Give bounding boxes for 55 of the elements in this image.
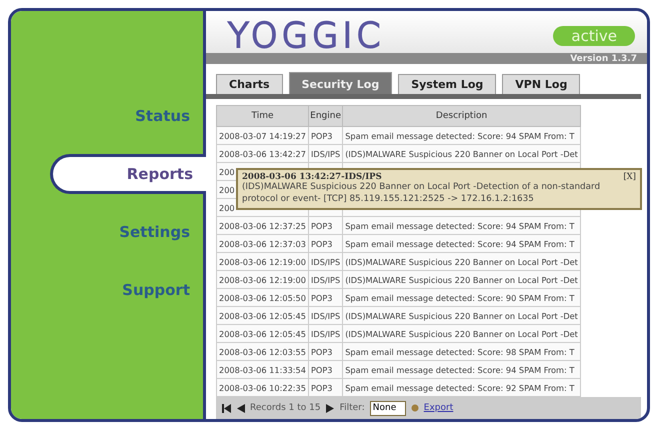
table-cell: 2008-03-06 12:19:00: [216, 252, 308, 270]
table-cell: (IDS)MALWARE Suspicious 220 Banner on Local Port -Det: [342, 144, 580, 162]
table-cell: Spam email message detected: Score: 94 SPAM From: T: [342, 126, 580, 144]
table-cell: (IDS)MALWARE Suspicious 220 Banner on Local Port -Det: [342, 324, 580, 342]
filter-label: Filter:: [340, 403, 365, 413]
table-cell: 2008-03-06 12:37:25: [216, 216, 308, 234]
logo: YOGGIC: [228, 19, 384, 53]
table-cell: 2008-03-06 12:37:03: [216, 234, 308, 252]
table-cell: (IDS)MALWARE Suspicious 220 Banner on Local Port -Det: [342, 252, 580, 270]
table-cell: 2008-03-07 14:19:27: [216, 126, 308, 144]
table-cell: 2008-03-06 13:42:27: [216, 144, 308, 162]
table-cell: POP3: [308, 288, 343, 306]
close-button[interactable]: [X]: [623, 172, 636, 182]
tab[interactable]: VPN Log: [502, 74, 580, 94]
table-cell: IDS/IPS: [308, 144, 343, 162]
table-cell: Spam email message detected: Score: 90 SPAM From: T: [342, 288, 580, 306]
table-cell: 2008-03-06 12:05:45: [216, 324, 308, 342]
table-cell: (IDS)MALWARE Suspicious 220 Banner on Local Port -Det: [342, 306, 580, 324]
column-header: Time: [216, 106, 308, 126]
table-cell: POP3: [308, 216, 343, 234]
table-cell: Spam email message detected: Score: 92 SPAM From: T: [342, 378, 580, 396]
table-cell: POP3: [308, 234, 343, 252]
table-cell: 2008-03-06 11:33:54: [216, 360, 308, 378]
table-cell: Spam email message detected: Score: 94 SPAM From: T: [342, 360, 580, 378]
table-cell: Spam email message detected: Score: 94 SPAM From: T: [342, 234, 580, 252]
table-cell: POP3: [308, 342, 343, 360]
table-cell: 2008-03-06 12:19:00: [216, 270, 308, 288]
table-cell: 2008-03-06 12:05:50: [216, 288, 308, 306]
column-header: Description: [342, 106, 580, 126]
table-cell: Spam email message detected: Score: 98 SPAM From: T: [342, 342, 580, 360]
table-cell: IDS/IPS: [308, 324, 343, 342]
records-label: Records 1 to 15: [250, 403, 321, 413]
column-header: Engine: [308, 106, 343, 126]
first-page-icon[interactable]: [222, 404, 231, 412]
table-cell: 2008-03-06 10:22:35: [216, 378, 308, 396]
table-cell: 2008-03-06 12:03:55: [216, 342, 308, 360]
table-cell: (IDS)MALWARE Suspicious 220 Banner on Local Port -Det: [342, 270, 580, 288]
table-cell: IDS/IPS: [308, 306, 343, 324]
tab[interactable]: System Log: [398, 74, 496, 94]
version-label: Version 1.3.7: [570, 54, 637, 64]
next-icon[interactable]: [326, 404, 335, 412]
table-cell: 2008-03-06 12:05:45: [216, 306, 308, 324]
table-cell: POP3: [308, 360, 343, 378]
tab[interactable]: Security Log: [288, 72, 392, 94]
tab[interactable]: Charts: [216, 74, 283, 94]
table-cell: IDS/IPS: [308, 270, 343, 288]
filter-field[interactable]: None: [370, 400, 406, 416]
nav-item[interactable]: Reports: [50, 154, 206, 194]
previous-icon[interactable]: [236, 404, 245, 412]
table-cell: POP3: [308, 378, 343, 396]
export-link[interactable]: Export: [424, 403, 454, 413]
table-cell: POP3: [308, 126, 343, 144]
table-cell: Spam email message detected: Score: 94 SPAM From: T: [342, 216, 580, 234]
status-badge: active: [553, 26, 635, 46]
table-cell: IDS/IPS: [308, 252, 343, 270]
